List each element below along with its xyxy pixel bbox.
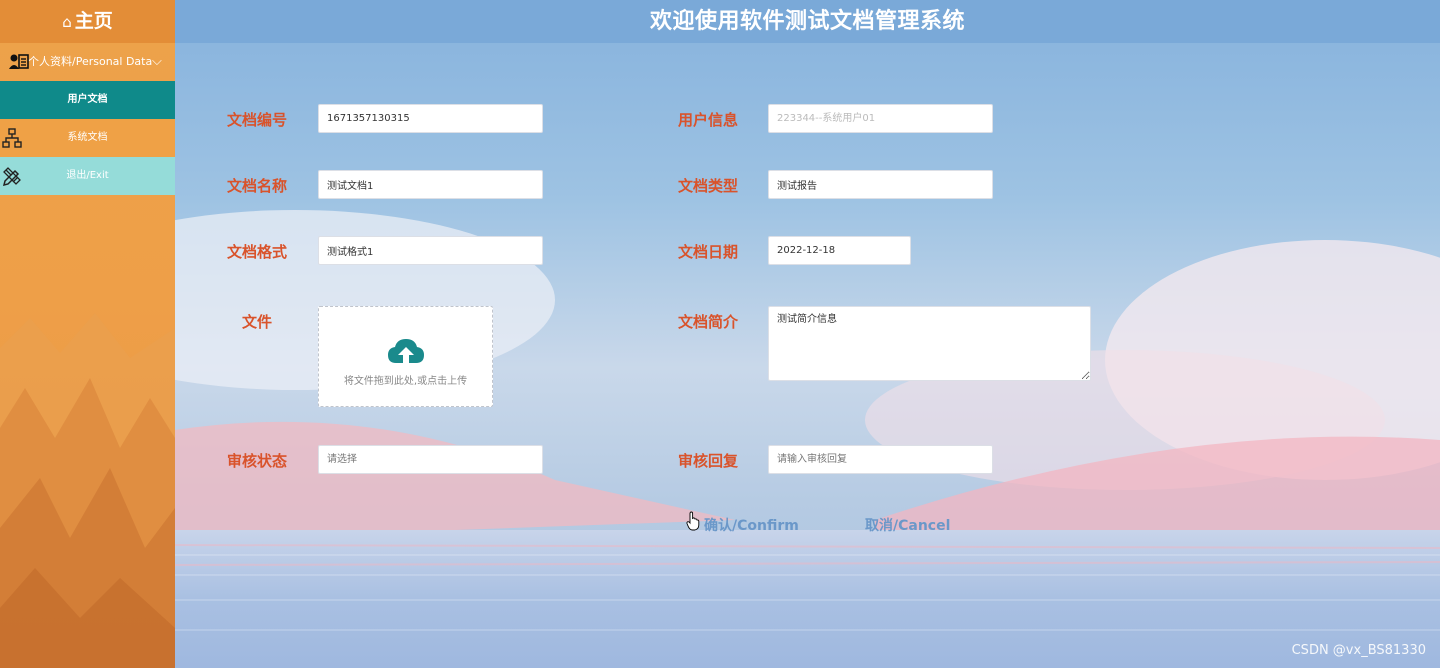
page-title: 欢迎使用软件测试文档管理系统 xyxy=(649,9,965,34)
review-status-select[interactable] xyxy=(318,445,543,474)
user-info-input[interactable] xyxy=(768,104,993,133)
hand-cursor-icon xyxy=(686,511,700,531)
pencil-ruler-icon xyxy=(2,167,21,186)
sitemap-icon xyxy=(2,128,22,148)
sidebar-item-system-docs[interactable]: 系统文档 xyxy=(0,119,175,157)
sidebar-mountain-decoration xyxy=(0,313,175,668)
file-label: 文件 xyxy=(242,313,273,331)
personal-data-label: 个人资料/Personal Data xyxy=(28,55,153,68)
confirm-button[interactable]: 确认/Confirm xyxy=(704,515,799,535)
cloud-upload-icon xyxy=(388,339,424,363)
header-bar: 欢迎使用软件测试文档管理系统 xyxy=(175,0,1440,43)
doc-type-label: 文档类型 xyxy=(678,177,739,195)
sidebar: ⌂ 主页 个人资料/Personal Data ⌵ 用户文档 系统文档 退出/E… xyxy=(0,0,175,668)
chevron-down-icon: ⌵ xyxy=(152,54,162,69)
main-content: 欢迎使用软件测试文档管理系统 文档编号 用户信息 文档名称 文档类型 文档格式 … xyxy=(175,0,1440,668)
watermark-text: CSDN @vx_BS81330 xyxy=(1291,643,1426,658)
sidebar-item-exit[interactable]: 退出/Exit xyxy=(0,157,175,195)
sidebar-item-label: 系统文档 xyxy=(67,132,108,143)
review-status-label: 审核状态 xyxy=(227,452,288,470)
doc-date-label: 文档日期 xyxy=(678,243,739,261)
doc-name-input[interactable] xyxy=(318,170,543,199)
sidebar-item-label: 用户文档 xyxy=(67,94,108,105)
doc-intro-label: 文档简介 xyxy=(678,313,739,331)
file-upload-dropzone[interactable]: 将文件拖到此处,或点击上传 xyxy=(318,306,493,407)
doc-intro-textarea[interactable]: 测试简介信息 xyxy=(768,306,1091,381)
doc-number-input[interactable] xyxy=(318,104,543,133)
doc-type-input[interactable] xyxy=(768,170,993,199)
doc-name-label: 文档名称 xyxy=(227,177,288,195)
review-reply-input[interactable] xyxy=(768,445,993,474)
doc-date-input[interactable] xyxy=(768,236,911,265)
home-icon: ⌂ xyxy=(62,13,72,31)
user-info-label: 用户信息 xyxy=(678,111,739,129)
doc-format-input[interactable] xyxy=(318,236,543,265)
upload-hint: 将文件拖到此处,或点击上传 xyxy=(343,376,468,387)
doc-number-label: 文档编号 xyxy=(227,111,288,129)
review-reply-label: 审核回复 xyxy=(678,452,739,470)
home-label: 主页 xyxy=(74,10,113,32)
personal-data-menu[interactable]: 个人资料/Personal Data ⌵ xyxy=(0,43,175,81)
app-window: ⌂ 主页 个人资料/Personal Data ⌵ 用户文档 系统文档 退出/E… xyxy=(0,0,1440,668)
doc-format-label: 文档格式 xyxy=(227,243,288,261)
id-card-icon xyxy=(9,54,29,69)
cancel-button[interactable]: 取消/Cancel xyxy=(865,515,950,535)
home-link[interactable]: ⌂ 主页 xyxy=(0,0,175,43)
sidebar-item-user-docs[interactable]: 用户文档 xyxy=(0,81,175,119)
sidebar-item-label: 退出/Exit xyxy=(66,170,109,181)
